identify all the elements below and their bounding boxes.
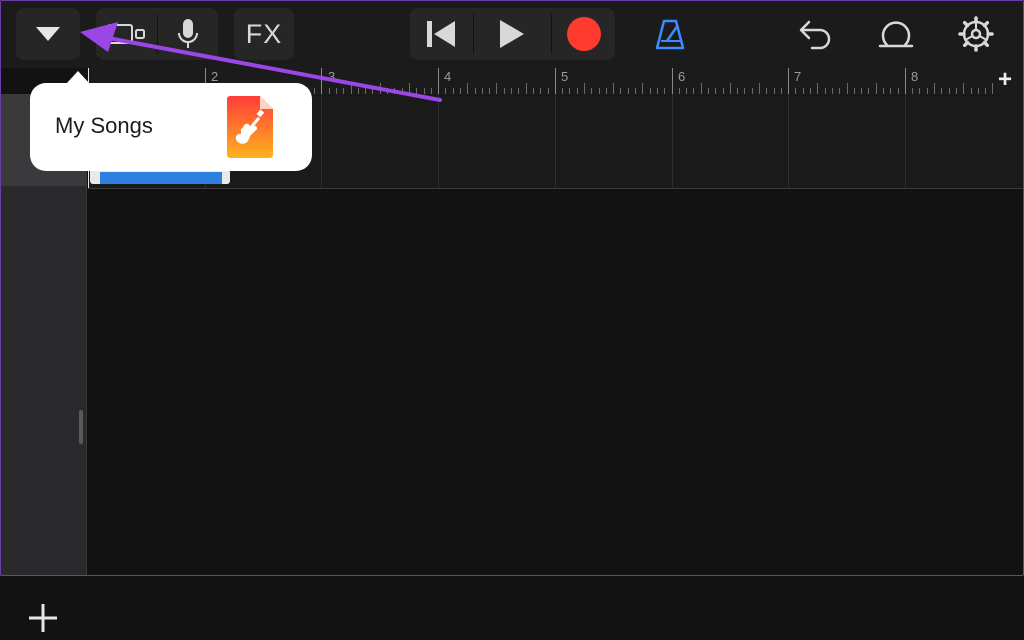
control-bar: FX [0, 0, 1024, 68]
bar-number-8: 8 [911, 69, 919, 84]
tracks-view-button[interactable] [96, 8, 156, 60]
bar-number-7: 7 [794, 69, 802, 84]
play-button[interactable] [474, 8, 550, 60]
skip-back-icon [427, 21, 455, 47]
popover-tail [66, 71, 90, 84]
fx-label: FX [245, 18, 283, 49]
record-icon [566, 17, 601, 51]
bar-gridline [905, 94, 906, 188]
triangle-down-icon [36, 27, 60, 41]
bar-number-5: 5 [561, 69, 569, 84]
microphone-icon [178, 19, 198, 48]
loop-browser-button[interactable] [866, 8, 926, 60]
my-songs-label: My Songs [55, 113, 153, 138]
tracks-view-icon [107, 24, 145, 44]
region-content [100, 172, 222, 184]
bar-gridline [555, 94, 556, 188]
view-mic-group [96, 8, 218, 60]
settings-gear-icon [958, 16, 994, 52]
bar-number-4: 4 [444, 69, 452, 84]
plus-icon [29, 604, 57, 632]
play-icon [500, 20, 524, 48]
bar-number-2: 2 [211, 69, 219, 84]
loop-browser-icon [878, 21, 914, 48]
my-songs-dropdown-button[interactable] [16, 8, 80, 60]
bar-gridline [438, 94, 439, 188]
go-to-beginning-button[interactable] [410, 8, 472, 60]
garageband-app-icon [227, 96, 273, 158]
my-songs-popover[interactable]: My Songs [30, 71, 312, 171]
record-button[interactable] [552, 8, 615, 60]
undo-icon [799, 20, 831, 50]
transport-controls [410, 8, 615, 60]
metronome-button[interactable] [640, 8, 700, 60]
metronome-icon [655, 19, 685, 50]
instrument-button[interactable] [158, 8, 218, 60]
bar-gridline [788, 94, 789, 188]
add-track-button[interactable] [26, 601, 60, 640]
bar-gridline [672, 94, 673, 188]
bar-number-3: 3 [328, 69, 336, 84]
undo-button[interactable] [786, 8, 846, 60]
fx-button[interactable]: FX [234, 8, 294, 60]
bar-number-6: 6 [678, 69, 686, 84]
add-section-button[interactable]: + [998, 67, 1012, 93]
bar-gridline [321, 94, 322, 188]
settings-button[interactable] [946, 8, 1006, 60]
resize-handle[interactable] [79, 410, 83, 444]
